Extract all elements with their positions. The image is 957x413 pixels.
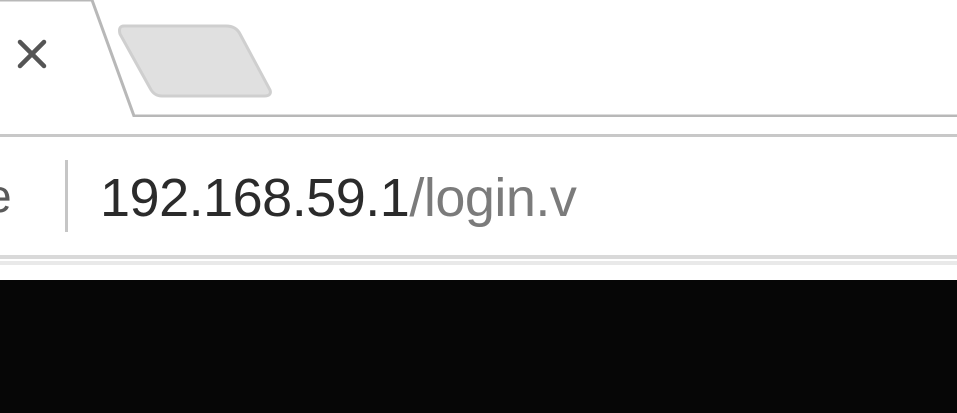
close-icon[interactable]	[12, 34, 52, 74]
toolbar-border	[0, 255, 957, 259]
page-content	[0, 280, 957, 413]
url-host: 192.168.59.1	[100, 168, 410, 228]
toolbar-border-shadow	[0, 261, 957, 265]
url-path: /login.v	[409, 168, 577, 228]
new-tab-icon[interactable]	[118, 20, 278, 100]
browser-window: e 192.168.59.1/login.v	[0, 0, 957, 413]
security-indicator-text[interactable]: e	[0, 166, 12, 226]
tab-strip	[0, 0, 957, 138]
url-field[interactable]: 192.168.59.1/login.v	[100, 166, 577, 230]
omnibox-divider	[65, 160, 68, 232]
